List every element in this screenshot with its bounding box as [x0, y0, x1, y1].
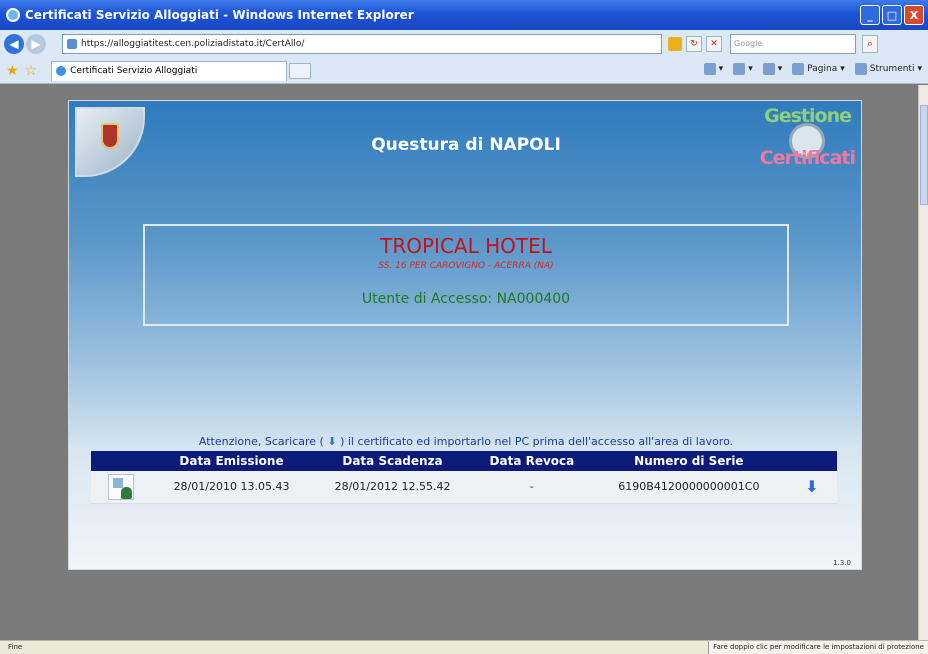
- window-titlebar: Certificati Servizio Alloggiati - Window…: [0, 0, 928, 30]
- stop-button[interactable]: ✕: [706, 36, 722, 52]
- page-icon: [67, 39, 77, 49]
- download-cell: ⬇: [787, 471, 837, 504]
- user-access: Utente di Accesso: NA000400: [361, 291, 571, 307]
- forward-button[interactable]: ▶: [26, 34, 46, 54]
- attention-prefix: Attenzione, Scaricare (: [198, 435, 324, 448]
- page-viewport: Questura di NAPOLI Gestione Certificati …: [0, 85, 918, 640]
- page-menu[interactable]: Pagina ▾: [792, 63, 845, 75]
- feeds-icon: [733, 63, 746, 75]
- vertical-scrollbar[interactable]: [918, 85, 928, 640]
- tab-label: Certificati Servizio Alloggiati: [70, 66, 198, 76]
- hotel-name: TROPICAL HOTEL: [380, 234, 552, 258]
- header-serie: Numero di Serie: [590, 451, 787, 471]
- tools-menu-label: Strumenti: [869, 64, 915, 74]
- minimize-button[interactable]: _: [860, 5, 880, 25]
- lock-icon[interactable]: [668, 37, 682, 51]
- search-button[interactable]: ⌕: [862, 35, 878, 53]
- table-header: Data Emissione Data Scadenza Data Revoca…: [91, 451, 837, 471]
- header-emissione: Data Emissione: [151, 451, 313, 471]
- attention-suffix: ) il certificato ed importarlo nel PC pr…: [340, 435, 734, 448]
- gear-icon: [854, 63, 867, 75]
- gestione-certificati-logo: Gestione Certificati: [749, 105, 859, 181]
- cert-icon-cell: [91, 471, 151, 504]
- command-bar: ▾ ▾ ▾ Pagina ▾ Strumenti ▾: [703, 63, 922, 75]
- window-controls: _ □ X: [860, 5, 924, 25]
- search-input[interactable]: Google: [730, 34, 856, 54]
- header-download-col: [787, 451, 837, 471]
- print-button[interactable]: ▾: [762, 63, 782, 75]
- status-bar: Fine Fare doppio clic per modificare le …: [0, 640, 928, 654]
- cell-serie: 6190B4120000000001C0: [590, 471, 787, 504]
- address-bar[interactable]: https://alloggiatitest.cen.poliziadistat…: [62, 34, 662, 54]
- feeds-button[interactable]: ▾: [733, 63, 753, 75]
- tab-certificati[interactable]: Certificati Servizio Alloggiati: [51, 60, 288, 81]
- maximize-button[interactable]: □: [882, 5, 902, 25]
- download-icon[interactable]: ⬇: [805, 477, 818, 496]
- logo-text-top: Gestione: [764, 105, 852, 127]
- header-icon-col: [91, 451, 151, 471]
- address-toolbar: ◀ ▶ https://alloggiatitest.cen.poliziadi…: [0, 30, 928, 58]
- new-tab-button[interactable]: [289, 62, 312, 79]
- back-button[interactable]: ◀: [4, 34, 24, 54]
- certificate-user-icon: [108, 473, 134, 500]
- header-scadenza: Data Scadenza: [312, 451, 474, 471]
- attention-message: Attenzione, Scaricare ( ⬇ ) il certifica…: [69, 435, 863, 448]
- logo-text-bottom: Certificati: [759, 147, 856, 169]
- status-text: Fine: [8, 643, 23, 651]
- home-icon: [703, 63, 716, 75]
- home-button[interactable]: ▾: [703, 63, 723, 75]
- address-url: https://alloggiatitest.cen.poliziadistat…: [81, 39, 305, 49]
- cell-revoca: -: [473, 471, 591, 504]
- favorites-star-icon[interactable]: ★: [6, 63, 19, 79]
- cell-scadenza: 28/01/2012 12.55.42: [312, 471, 474, 504]
- scrollbar-thumb[interactable]: [920, 105, 928, 205]
- protection-status[interactable]: Fare doppio clic per modificare le impos…: [708, 641, 928, 654]
- hotel-address: SS. 16 PER CAROVIGNO - ACERRA (NA): [378, 261, 554, 271]
- certificate-table: Data Emissione Data Scadenza Data Revoca…: [91, 451, 837, 504]
- page-menu-label: Pagina: [807, 64, 838, 74]
- add-favorites-icon[interactable]: ☆: [25, 63, 38, 79]
- refresh-button[interactable]: ↻: [686, 36, 702, 52]
- header-revoca: Data Revoca: [473, 451, 591, 471]
- table-row: 28/01/2010 13.05.43 28/01/2012 12.55.42 …: [91, 471, 837, 504]
- cell-emissione: 28/01/2010 13.05.43: [151, 471, 313, 504]
- print-icon: [762, 63, 775, 75]
- tab-page-icon: [56, 66, 67, 76]
- tab-toolbar: ★ ☆ Certificati Servizio Alloggiati ▾ ▾ …: [0, 58, 928, 84]
- page-title: Questura di NAPOLI: [371, 135, 561, 155]
- main-panel: Questura di NAPOLI Gestione Certificati …: [68, 100, 862, 570]
- close-button[interactable]: X: [904, 5, 924, 25]
- download-small-icon: ⬇: [327, 435, 337, 448]
- version-label: 1.3.0: [833, 559, 851, 567]
- ie-logo-icon: [6, 8, 20, 22]
- page-menu-icon: [792, 63, 805, 75]
- tools-menu[interactable]: Strumenti ▾: [854, 63, 922, 75]
- hotel-info-box: TROPICAL HOTEL SS. 16 PER CAROVIGNO - AC…: [143, 224, 789, 326]
- window-title: Certificati Servizio Alloggiati - Window…: [25, 8, 414, 22]
